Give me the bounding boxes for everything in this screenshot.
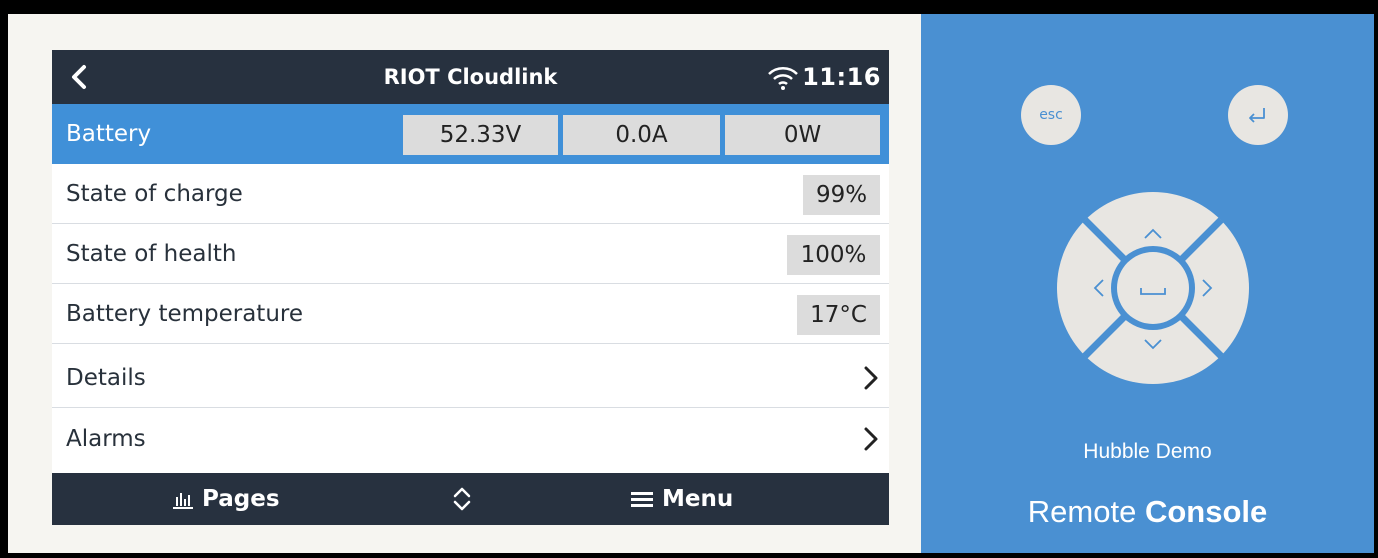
clock: 11:16 — [802, 63, 881, 91]
list-item-label: State of charge — [66, 181, 243, 207]
chart-icon — [173, 493, 193, 509]
list-item-label: Battery temperature — [66, 301, 304, 327]
list-item-value: 99% — [803, 175, 880, 215]
chevron-right-icon — [864, 366, 878, 390]
list-item-value: 100% — [787, 235, 880, 275]
enter-button[interactable] — [1228, 85, 1288, 145]
power-value: 0W — [725, 115, 880, 155]
device-name: Hubble Demo — [1083, 440, 1212, 463]
dpad-icon — [1057, 192, 1249, 384]
list-item-state-of-health[interactable]: State of health 100% — [52, 224, 889, 284]
list-item-label: State of health — [66, 241, 237, 267]
list-item-label: Details — [66, 365, 146, 391]
current-value: 0.0A — [563, 115, 720, 155]
list-item-label: Alarms — [66, 426, 146, 452]
battery-row[interactable]: Battery 52.33V 0.0A 0W — [52, 104, 889, 164]
pages-label: Pages — [202, 486, 280, 512]
wifi-icon — [768, 67, 798, 90]
remote-console-logo: Remote Console — [921, 494, 1374, 530]
battery-label: Battery — [66, 121, 152, 147]
enter-icon — [1249, 108, 1265, 123]
voltage-value: 52.33V — [403, 115, 558, 155]
remote-control-panel: esc Hubble Demo Remote Console — [921, 14, 1374, 553]
logo-prefix: Remote — [1027, 494, 1137, 529]
list-item-details[interactable]: Details — [52, 348, 889, 408]
pages-button[interactable]: Pages — [172, 473, 322, 525]
logo-suffix: Console — [1144, 494, 1268, 529]
menu-icon — [631, 492, 653, 507]
menu-button[interactable]: Menu — [630, 473, 790, 525]
top-bar: RIOT Cloudlink 11:16 — [52, 50, 889, 104]
device-screen: RIOT Cloudlink 11:16 Battery 52.33V 0.0A… — [52, 50, 889, 525]
chevron-right-icon — [864, 427, 878, 451]
esc-button[interactable]: esc — [1021, 85, 1081, 145]
esc-label: esc — [1039, 107, 1063, 123]
list-item-alarms[interactable]: Alarms — [52, 409, 889, 473]
page-title: RIOT Cloudlink — [383, 65, 558, 89]
list-item-value: 17°C — [797, 295, 880, 335]
bottom-bar: Pages Menu — [52, 473, 889, 525]
menu-label: Menu — [662, 486, 734, 512]
remote-console-window: RIOT Cloudlink 11:16 Battery 52.33V 0.0A… — [8, 14, 1374, 553]
up-down-icon[interactable] — [450, 485, 474, 513]
list-item-state-of-charge[interactable]: State of charge 99% — [52, 164, 889, 224]
list-item-battery-temperature[interactable]: Battery temperature 17°C — [52, 284, 889, 344]
